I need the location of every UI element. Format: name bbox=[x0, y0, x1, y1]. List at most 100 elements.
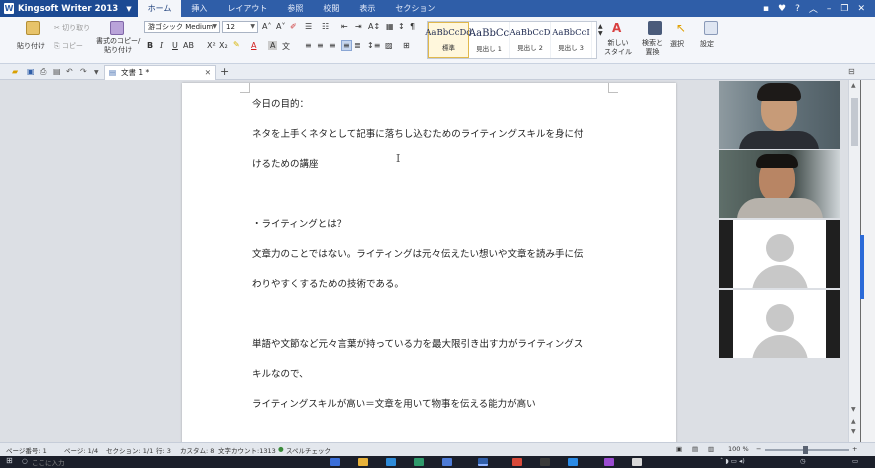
new-style-button[interactable]: 新しい スタイル bbox=[604, 39, 632, 57]
help-icon[interactable]: ? bbox=[795, 4, 800, 14]
redo-icon[interactable]: ↷ bbox=[80, 67, 87, 76]
subscript-button[interactable]: X₂ bbox=[219, 41, 228, 50]
tab-document-1[interactable]: ▤ 文書 1 * ✕ bbox=[104, 65, 216, 80]
borders-icon[interactable]: ⊞ bbox=[403, 41, 410, 50]
taskbar-app-icon[interactable] bbox=[330, 458, 340, 466]
tab-review[interactable]: 校閲 bbox=[313, 0, 349, 17]
copy-button[interactable]: ⎘ コピー bbox=[54, 41, 83, 51]
taskbar-app-icon[interactable] bbox=[358, 458, 368, 466]
text-direction-icon[interactable]: A↕ bbox=[368, 22, 380, 31]
tab-home[interactable]: ホーム bbox=[137, 0, 182, 17]
tray-icons[interactable]: ˆ ◗ ▭ ◂) bbox=[720, 457, 745, 465]
zoom-slider-handle[interactable] bbox=[803, 446, 808, 454]
highlight-icon[interactable]: ✎ bbox=[233, 40, 240, 49]
document-page[interactable]: 今日の目的： ネタを上手くネタとして記事に落ちし込むためのライティングスキルを身… bbox=[182, 83, 676, 445]
participant-video[interactable] bbox=[719, 150, 840, 218]
start-icon[interactable]: ⊞ bbox=[6, 456, 13, 465]
taskbar-app-icon[interactable] bbox=[442, 458, 452, 466]
open-folder-icon[interactable]: ▰ bbox=[12, 67, 18, 76]
scroll-down-icon[interactable]: ▼ bbox=[851, 406, 856, 413]
scroll-up-icon[interactable]: ▲ bbox=[851, 82, 856, 89]
align-right-icon[interactable]: ≡ bbox=[329, 41, 336, 50]
undo-icon[interactable]: ↶ bbox=[66, 67, 73, 76]
select-cursor-icon[interactable]: ↖ bbox=[676, 21, 690, 35]
tab-list-icon[interactable]: ⊟ bbox=[848, 67, 855, 76]
participant-video[interactable] bbox=[719, 290, 840, 358]
font-size-select[interactable]: 12 ▼ bbox=[222, 21, 258, 33]
style-heading-2[interactable]: AaBbCcD 見出し 2 bbox=[510, 22, 551, 58]
tab-references[interactable]: 参照 bbox=[277, 0, 313, 17]
taskbar-app-icon[interactable] bbox=[632, 458, 642, 466]
paste-button[interactable]: 貼り付け bbox=[17, 41, 45, 51]
bullets-icon[interactable]: ☰ bbox=[305, 22, 312, 31]
zoom-out-icon[interactable]: − bbox=[756, 445, 761, 453]
format-painter-button[interactable]: 書式のコピー/ 貼り付け bbox=[96, 37, 140, 55]
clipboard-icon[interactable] bbox=[26, 21, 40, 35]
next-page-icon[interactable]: ▼ bbox=[851, 428, 856, 435]
taskbar-app-icon[interactable] bbox=[414, 458, 424, 466]
skin-icon[interactable]: ▪ bbox=[763, 4, 769, 14]
restore-icon[interactable]: ❐ bbox=[840, 4, 848, 14]
taskbar-writer-icon[interactable] bbox=[478, 458, 488, 466]
tab-insert[interactable]: 挿入 bbox=[181, 0, 217, 17]
tray-clock-icon[interactable]: ◷ bbox=[800, 457, 806, 465]
line-spacing-icon[interactable]: ↕≡ bbox=[367, 41, 380, 50]
status-zoom[interactable]: 100 % bbox=[728, 445, 749, 453]
bold-button[interactable]: B bbox=[147, 41, 153, 50]
binoculars-icon[interactable] bbox=[648, 21, 662, 35]
clear-format-icon[interactable]: ✐ bbox=[290, 22, 297, 31]
distributed-icon[interactable]: ≣ bbox=[354, 41, 361, 50]
close-icon[interactable]: ✕ bbox=[857, 4, 865, 14]
minimize-icon[interactable]: – bbox=[827, 4, 832, 14]
view-print-icon[interactable]: ▣ bbox=[676, 445, 682, 453]
view-outline-icon[interactable]: ▥ bbox=[708, 445, 714, 453]
taskbar-app-icon[interactable] bbox=[386, 458, 396, 466]
italic-button[interactable]: I bbox=[160, 41, 163, 50]
gallery-scroll-icon[interactable]: ▲ ▼ bbox=[598, 23, 603, 37]
print-preview-icon[interactable]: ▤ bbox=[53, 67, 61, 76]
taskbar-app-icon[interactable] bbox=[604, 458, 614, 466]
print-icon[interactable]: ⎙ bbox=[40, 67, 46, 77]
notification-icon[interactable]: ▭ bbox=[852, 457, 858, 465]
font-color-button[interactable]: A bbox=[251, 41, 256, 50]
tab-view[interactable]: 表示 bbox=[349, 0, 385, 17]
increase-indent-icon[interactable]: ⇥ bbox=[355, 22, 362, 31]
sort-icon[interactable]: ↕ bbox=[398, 22, 405, 31]
save-icon[interactable]: ▣ bbox=[27, 67, 35, 76]
ribbon-collapse-icon[interactable]: ︿ bbox=[809, 2, 818, 15]
shrink-font-icon[interactable]: A˅ bbox=[276, 22, 285, 31]
status-spellcheck[interactable]: スペルチェック bbox=[286, 445, 331, 455]
tab-section[interactable]: セクション bbox=[385, 0, 445, 17]
table-icon[interactable]: ▦ bbox=[386, 22, 394, 31]
close-icon[interactable]: ✕ bbox=[205, 66, 211, 80]
tab-layout[interactable]: レイアウト bbox=[217, 0, 277, 17]
taskbar-app-icon[interactable] bbox=[512, 458, 522, 466]
prev-page-icon[interactable]: ▲ bbox=[851, 418, 856, 425]
numbering-icon[interactable]: ☷ bbox=[322, 22, 329, 31]
font-name-select[interactable]: 游ゴシック Medium ▼ bbox=[144, 21, 220, 33]
pin-icon[interactable]: ♥ bbox=[778, 4, 786, 14]
view-web-icon[interactable]: ▤ bbox=[692, 445, 698, 453]
app-menu-button[interactable]: W Kingsoft Writer 2013 ▼ bbox=[0, 0, 138, 17]
grow-font-icon[interactable]: A˄ bbox=[262, 22, 271, 31]
select-button[interactable]: 選択 bbox=[670, 39, 684, 49]
taskbar-search-input[interactable]: ここに入力 bbox=[32, 457, 65, 467]
zoom-in-icon[interactable]: + bbox=[852, 445, 857, 453]
find-replace-button[interactable]: 検索と 置換 bbox=[642, 39, 663, 57]
new-style-icon[interactable]: A bbox=[612, 21, 626, 35]
taskbar-app-icon[interactable] bbox=[568, 458, 578, 466]
align-center-icon[interactable]: ≡ bbox=[317, 41, 324, 50]
justify-icon[interactable]: ≡ bbox=[341, 40, 352, 51]
style-heading-1[interactable]: AaBbCc 見出し 1 bbox=[469, 22, 510, 58]
shading-icon[interactable]: ▨ bbox=[385, 41, 393, 50]
settings-button[interactable]: 設定 bbox=[700, 39, 714, 49]
participant-video[interactable] bbox=[719, 220, 840, 288]
decrease-indent-icon[interactable]: ⇤ bbox=[341, 22, 348, 31]
phonetic-guide-icon[interactable]: 文 bbox=[282, 41, 290, 52]
underline-button[interactable]: U bbox=[172, 41, 178, 50]
status-word-count[interactable]: 文字カウント:1313 bbox=[218, 445, 276, 455]
vertical-scrollbar[interactable]: ▲ ▼ ▲ ▼ bbox=[848, 80, 860, 442]
format-painter-icon[interactable] bbox=[110, 21, 124, 35]
superscript-button[interactable]: X² bbox=[207, 41, 216, 50]
cut-button[interactable]: ✂ 切り取り bbox=[54, 23, 90, 33]
